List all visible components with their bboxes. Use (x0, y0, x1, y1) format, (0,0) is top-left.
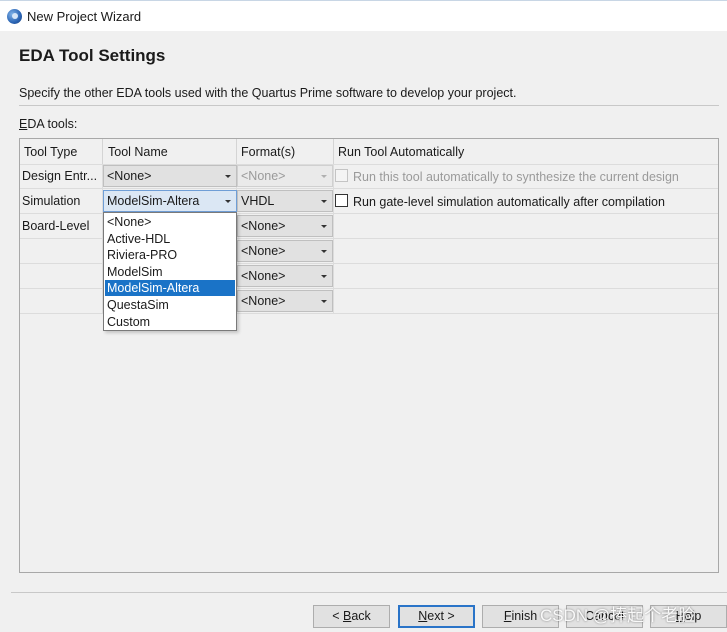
back-button-label: ack (351, 609, 371, 623)
tool-name-dropdown-list[interactable]: <None> Active-HDL Riviera-PRO ModelSim M… (103, 212, 237, 331)
row-design-entry-tool-type[interactable]: Design Entr... (22, 169, 97, 183)
board-level-format-combo[interactable]: <None> (237, 290, 333, 312)
chevron-down-icon (321, 275, 327, 278)
column-header-tool-type[interactable]: Tool Type (24, 145, 77, 159)
chevron-down-icon (321, 200, 327, 203)
dropdown-option[interactable]: Active-HDL (105, 231, 235, 247)
row-divider (20, 188, 718, 189)
next-button[interactable]: Next > (398, 605, 475, 628)
next-button-mnemonic: N (418, 609, 428, 623)
column-gridline (333, 164, 334, 313)
board-level-format-combo[interactable]: <None> (237, 240, 333, 262)
dropdown-option-selected[interactable]: ModelSim-Altera (105, 280, 235, 296)
window-titlebar[interactable]: New Project Wizard (0, 0, 727, 31)
column-divider (102, 139, 103, 164)
back-button[interactable]: < Back (313, 605, 390, 628)
next-button-label: ext > (427, 609, 455, 623)
combo-value: <None> (241, 294, 286, 308)
row-board-level-tool-type[interactable]: Board-Level (22, 219, 89, 233)
column-header-tool-name[interactable]: Tool Name (108, 145, 168, 159)
design-entry-run-checkbox (335, 169, 348, 182)
simulation-format-combo[interactable]: VHDL (237, 190, 333, 212)
board-level-format-combo[interactable]: <None> (237, 265, 333, 287)
combo-value: VHDL (241, 194, 275, 208)
quartus-app-icon (7, 9, 22, 24)
column-header-formats[interactable]: Format(s) (241, 145, 295, 159)
design-entry-tool-name-combo[interactable]: <None> (103, 165, 237, 187)
combo-value: <None> (241, 269, 286, 283)
combo-value: <None> (241, 169, 286, 183)
back-button-prefix: < (332, 609, 343, 623)
simulation-tool-name-combo[interactable]: ModelSim-Altera (103, 190, 237, 212)
chevron-down-icon (321, 300, 327, 303)
csdn-watermark: CSDN @捧起个老脸 (540, 606, 696, 625)
dropdown-option[interactable]: <None> (105, 214, 235, 230)
footer-divider (11, 592, 727, 593)
combo-value: <None> (107, 169, 152, 183)
column-divider (333, 139, 334, 164)
combo-value: ModelSim-Altera (107, 194, 200, 208)
header-divider (19, 105, 719, 106)
design-entry-format-combo: <None> (237, 165, 333, 187)
chevron-down-icon (321, 250, 327, 253)
dropdown-option[interactable]: Custom (105, 314, 235, 330)
combo-value: <None> (241, 244, 286, 258)
page-description: Specify the other EDA tools used with th… (19, 86, 517, 100)
page-title: EDA Tool Settings (19, 46, 166, 65)
simulation-run-checkbox[interactable] (335, 194, 348, 207)
chevron-down-icon (321, 225, 327, 228)
eda-tools-label-text: DA tools: (27, 117, 78, 131)
finish-button-label: inish (511, 609, 538, 623)
chevron-down-icon (321, 175, 327, 178)
dropdown-option[interactable]: ModelSim (105, 264, 235, 280)
row-simulation-tool-type[interactable]: Simulation (22, 194, 80, 208)
eda-tools-label: EDA tools: (19, 117, 77, 131)
window-title: New Project Wizard (27, 9, 142, 24)
column-header-run-tool-automatically[interactable]: Run Tool Automatically (338, 145, 464, 159)
design-entry-run-label: Run this tool automatically to synthesiz… (353, 170, 679, 184)
simulation-run-label[interactable]: Run gate-level simulation automatically … (353, 195, 665, 209)
chevron-down-icon (225, 175, 231, 178)
combo-value: <None> (241, 219, 286, 233)
dropdown-option[interactable]: Riviera-PRO (105, 247, 235, 263)
dropdown-option[interactable]: QuestaSim (105, 297, 235, 313)
column-divider (236, 139, 237, 164)
chevron-down-icon (225, 200, 231, 203)
board-level-format-combo[interactable]: <None> (237, 215, 333, 237)
